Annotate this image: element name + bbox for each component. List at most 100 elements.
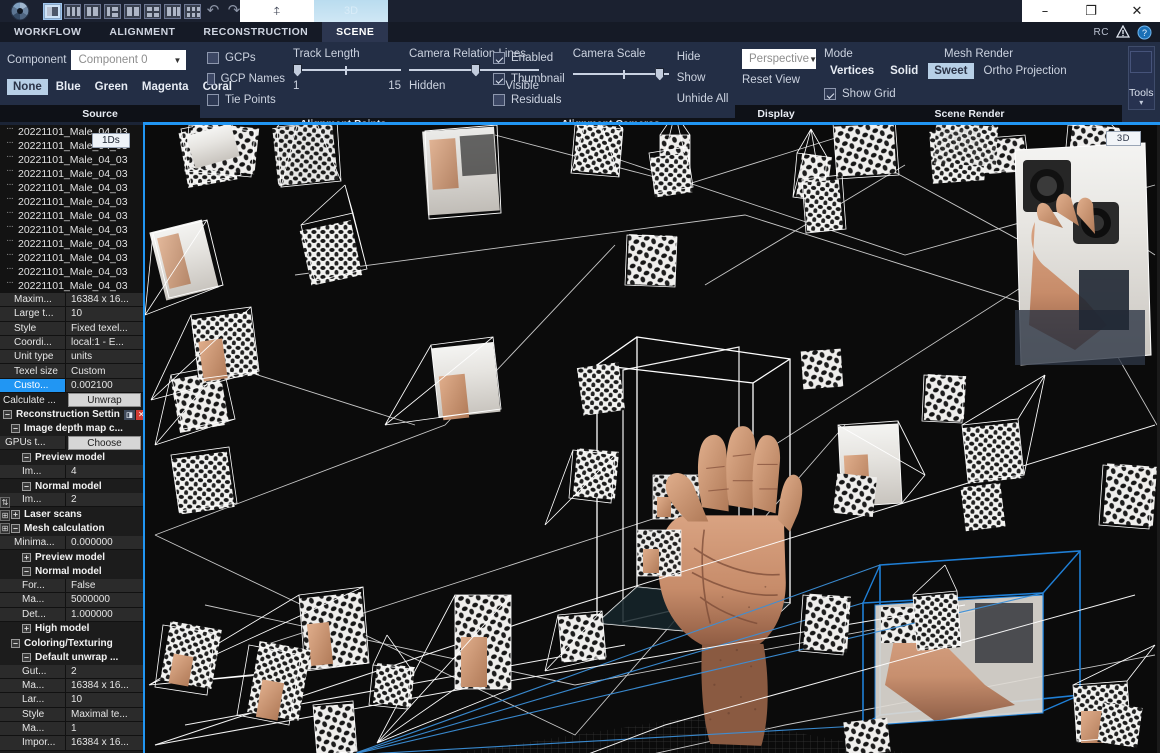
- checkbox-show-grid[interactable]: Show Grid: [824, 84, 896, 103]
- property-value[interactable]: 10: [66, 307, 143, 322]
- menu-scene[interactable]: SCENE: [322, 22, 389, 42]
- window-controls[interactable]: – ❐ ✕: [1022, 0, 1160, 22]
- menu-workflow[interactable]: WORKFLOW: [0, 22, 95, 42]
- layout-3col-icon[interactable]: [64, 3, 81, 19]
- tools-button[interactable]: Tools ▾: [1128, 46, 1155, 110]
- hide-cameras-button[interactable]: Hide: [677, 48, 729, 67]
- checkbox-tie-points[interactable]: Tie Points: [207, 90, 285, 109]
- layout-buttons[interactable]: ↶ ↷: [43, 2, 243, 20]
- checkbox-gcps[interactable]: GCPs: [207, 48, 285, 67]
- list-item[interactable]: 20221101_Male_04_03: [0, 235, 143, 251]
- settings-property-list[interactable]: Maxim... 16384 x 16... Large t... 10 Sty…: [0, 293, 143, 753]
- layout-left-split-icon[interactable]: [84, 3, 101, 19]
- ortho-projection-button[interactable]: Ortho Projection: [978, 63, 1073, 79]
- property-row[interactable]: Impor... 16384 x 16...: [0, 736, 143, 751]
- list-item[interactable]: 20221101_Male_04_03: [0, 249, 143, 265]
- property-row[interactable]: Ma... 16384 x 16...: [0, 679, 143, 694]
- unhide-all-cameras-button[interactable]: Unhide All: [677, 90, 729, 109]
- expand-icon[interactable]: +: [22, 624, 31, 634]
- list-item[interactable]: 20221101_Male_04_03: [0, 263, 143, 279]
- property-value[interactable]: Custom: [66, 364, 143, 379]
- group-laser-scans[interactable]: + Laser scans: [0, 507, 143, 522]
- list-item[interactable]: 20221101_Male_04_03: [0, 277, 143, 293]
- gpus-choose-row[interactable]: GPUs t... Choose: [0, 435, 143, 451]
- layout-grid-icon[interactable]: [184, 3, 201, 19]
- property-value[interactable]: local:1 - E...: [66, 335, 143, 351]
- source-color-green[interactable]: Green: [89, 79, 134, 95]
- panel-close-icon[interactable]: ✕: [135, 409, 143, 420]
- slider-knob[interactable]: [293, 63, 302, 77]
- expand-icon[interactable]: +: [11, 510, 20, 520]
- property-value[interactable]: 5000000: [66, 593, 143, 608]
- list-item[interactable]: 20221101_Male_04_03: [0, 165, 143, 181]
- property-row[interactable]: Gut... 2: [0, 664, 143, 680]
- property-value[interactable]: 2: [66, 664, 143, 680]
- source-color-none[interactable]: None: [7, 79, 48, 95]
- panel-float-button[interactable]: ◨: [123, 409, 135, 420]
- reset-view-button[interactable]: Reset View: [742, 74, 800, 86]
- render-mode-solid[interactable]: Solid: [884, 63, 924, 79]
- list-item[interactable]: 20221101_Male_04_03: [0, 193, 143, 209]
- property-value[interactable]: 0.002100: [66, 378, 143, 394]
- panel-dock-arrows[interactable]: ⇅ ⊞ ⊞: [0, 497, 11, 536]
- property-value[interactable]: 10: [66, 693, 143, 708]
- property-row[interactable]: Coordi... local:1 - E...: [0, 335, 143, 351]
- property-value[interactable]: 16384 x 16...: [66, 293, 143, 308]
- menu-reconstruction[interactable]: RECONSTRUCTION: [189, 22, 322, 42]
- property-row[interactable]: Minima... 0.000000: [0, 536, 143, 551]
- render-mode-sweet[interactable]: Sweet: [928, 63, 974, 79]
- property-row[interactable]: Im... 4: [0, 464, 143, 479]
- slider-knob[interactable]: [655, 67, 665, 81]
- group-normal-model-depth[interactable]: − Normal model: [0, 478, 143, 494]
- scene-canvas[interactable]: 3D: [145, 125, 1160, 753]
- layout-single-icon[interactable]: [43, 2, 62, 20]
- chevron-down-icon[interactable]: ▾: [1139, 99, 1143, 107]
- track-length-slider[interactable]: [293, 62, 401, 78]
- layout-4grid-icon[interactable]: [144, 3, 161, 19]
- camera-scale-slider[interactable]: [572, 66, 669, 82]
- property-value[interactable]: 2: [66, 493, 143, 508]
- property-value[interactable]: 0.000000: [66, 536, 143, 551]
- list-item[interactable]: 20221101_Male_04_03: [0, 151, 143, 167]
- collapse-icon[interactable]: −: [22, 567, 31, 577]
- viewport-3d[interactable]: 3D: [143, 122, 1160, 753]
- image-list[interactable]: 20221101_Male_04_03 20221101_Male_04_03 …: [0, 125, 143, 293]
- expand-icon[interactable]: +: [22, 552, 31, 562]
- component-select[interactable]: Component 0 ▼: [71, 50, 187, 70]
- collapse-icon[interactable]: −: [3, 410, 12, 420]
- property-row[interactable]: Large t... 10: [0, 307, 143, 322]
- list-item[interactable]: 20221101_Male_04_03: [0, 207, 143, 223]
- property-row[interactable]: Ma... 1: [0, 721, 143, 737]
- dock-arrow-up-down-icon[interactable]: ⇅: [0, 497, 10, 508]
- property-row[interactable]: Maxim... 16384 x 16...: [0, 293, 143, 308]
- group-coloring-texturing[interactable]: − Coloring/Texturing: [0, 636, 143, 651]
- property-value[interactable]: 1: [66, 721, 143, 737]
- checkbox-cameras-enabled[interactable]: Enabled: [493, 48, 565, 67]
- property-row-selected[interactable]: Custo... 0.002100: [0, 378, 143, 394]
- menu-alignment[interactable]: ALIGNMENT: [95, 22, 189, 42]
- maximize-button[interactable]: ❐: [1068, 0, 1114, 22]
- calculate-unwrap-row[interactable]: Calculate ... Unwrap: [0, 393, 143, 408]
- collapse-icon[interactable]: −: [22, 452, 31, 462]
- document-tabs[interactable]: ⍏ 3D: [240, 0, 388, 22]
- checkbox-cameras-residuals[interactable]: Residuals: [493, 90, 565, 109]
- document-tab[interactable]: ⍏: [240, 0, 314, 22]
- source-color-magenta[interactable]: Magenta: [136, 79, 195, 95]
- group-mesh-calculation[interactable]: − Mesh calculation: [0, 521, 143, 537]
- list-item[interactable]: 20221101_Male_04_03: [0, 221, 143, 237]
- collapse-icon[interactable]: −: [22, 481, 31, 491]
- group-preview-model-depth[interactable]: − Preview model: [0, 450, 143, 465]
- property-value[interactable]: Maximal te...: [66, 707, 143, 722]
- collapse-icon[interactable]: −: [11, 524, 20, 534]
- property-value[interactable]: 16384 x 16...: [66, 736, 143, 751]
- checkbox-cameras-thumbnail[interactable]: Thumbnail: [493, 69, 565, 88]
- collapse-icon[interactable]: −: [11, 638, 20, 648]
- layout-list-icon[interactable]: [104, 3, 121, 19]
- dock-arrow-expand2-icon[interactable]: ⊞: [0, 523, 10, 534]
- minimize-button[interactable]: –: [1022, 0, 1068, 22]
- projection-select[interactable]: Perspective ▼: [742, 49, 817, 69]
- dock-arrow-expand-icon[interactable]: ⊞: [0, 510, 10, 521]
- collapse-icon[interactable]: −: [11, 424, 20, 434]
- property-value[interactable]: 4: [66, 464, 143, 479]
- property-row[interactable]: Lar... 10: [0, 693, 143, 708]
